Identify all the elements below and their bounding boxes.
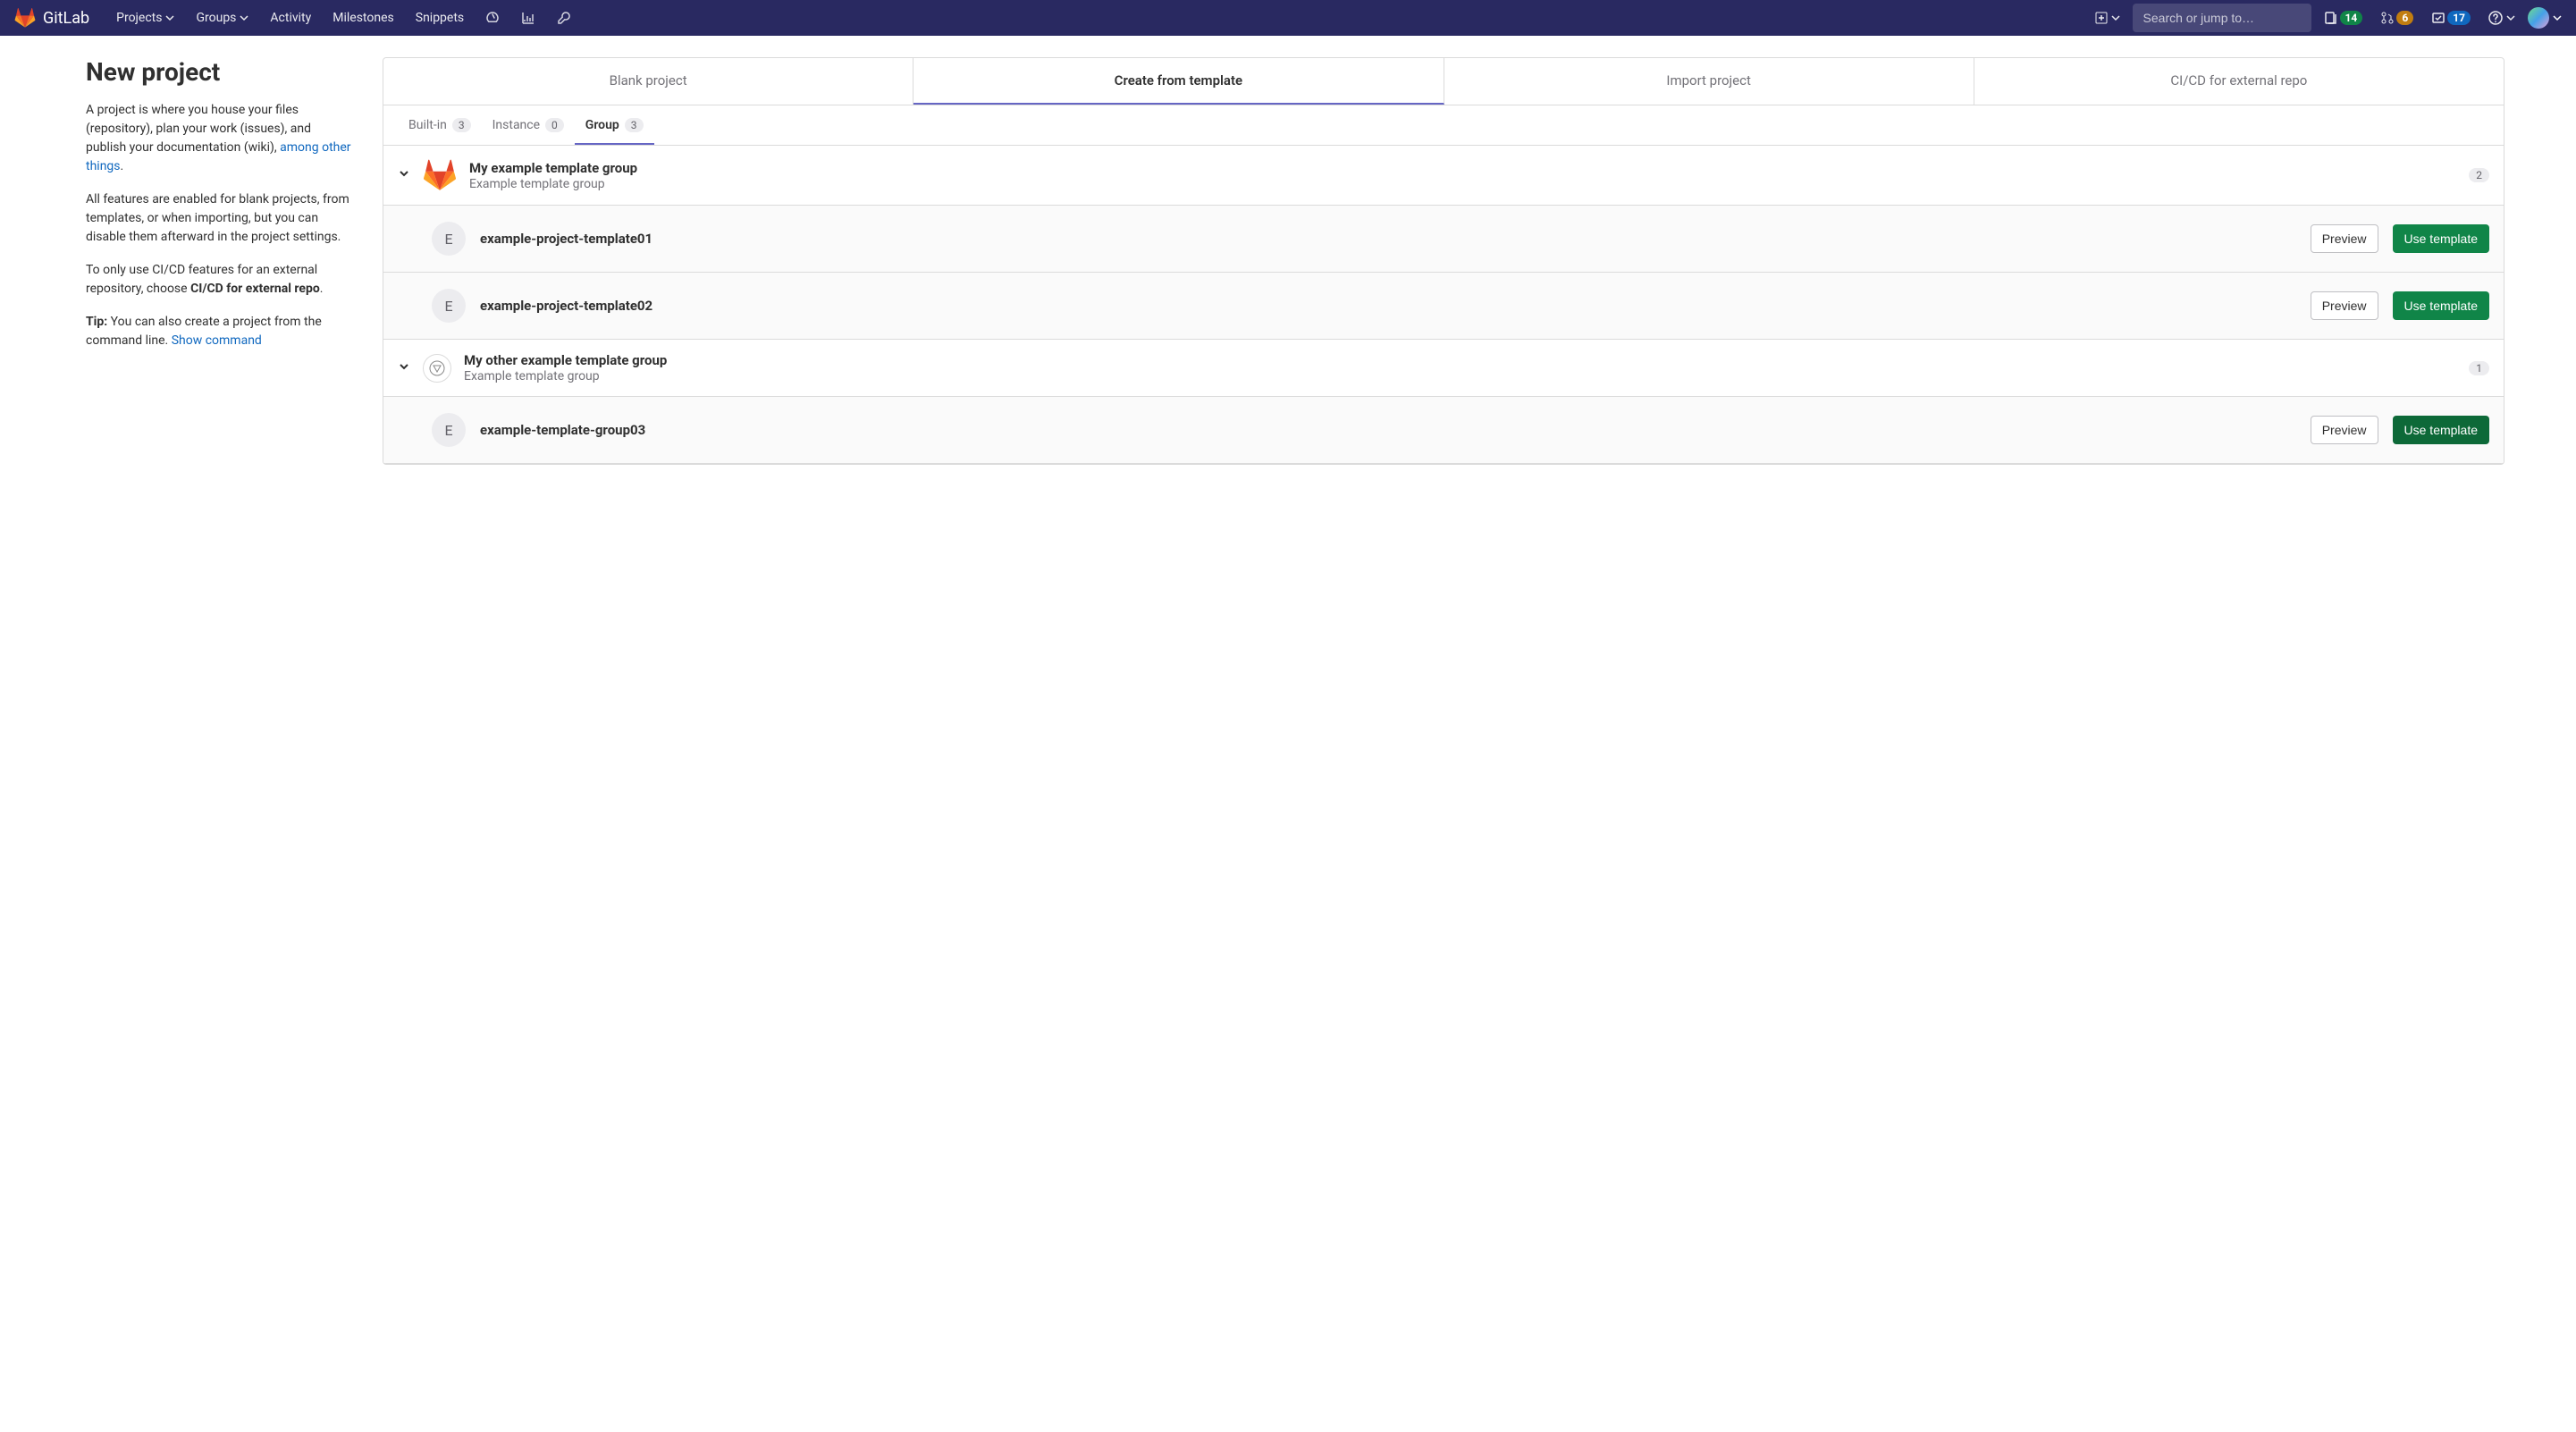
tab-create-from-template[interactable]: Create from template xyxy=(913,58,1444,105)
brand-text: GitLab xyxy=(43,9,89,28)
page-title: New project xyxy=(86,57,354,87)
group-avatar-circle xyxy=(423,354,451,383)
tab-cicd-external[interactable]: CI/CD for external repo xyxy=(1974,58,2504,105)
preview-button[interactable]: Preview xyxy=(2311,291,2378,320)
tab-blank-project[interactable]: Blank project xyxy=(383,58,913,105)
navbar-left: GitLab Projects Groups Activity Mileston… xyxy=(14,4,580,32)
chevron-down-icon[interactable] xyxy=(398,360,410,376)
subtab-builtin[interactable]: Built-in3 xyxy=(398,105,482,145)
gitlab-logo[interactable]: GitLab xyxy=(14,7,89,29)
main-tabs: Blank project Create from template Impor… xyxy=(383,58,2504,105)
sidebar-p3: To only use CI/CD features for an extern… xyxy=(86,261,354,299)
sidebar-p1: A project is where you house your files … xyxy=(86,101,354,176)
issues-badge[interactable]: 14 xyxy=(2319,7,2369,29)
chevron-down-icon[interactable] xyxy=(398,167,410,183)
todos-badge[interactable]: 17 xyxy=(2426,7,2476,29)
template-name: example-project-template02 xyxy=(480,298,2296,314)
template-row: E example-template-group03 Preview Use t… xyxy=(383,397,2504,464)
preview-button[interactable]: Preview xyxy=(2311,416,2378,444)
template-avatar: E xyxy=(432,222,466,256)
preview-button[interactable]: Preview xyxy=(2311,224,2378,253)
nav-milestones[interactable]: Milestones xyxy=(324,4,403,32)
navbar-right: 14 6 17 xyxy=(2090,4,2562,32)
tanuki-outline-icon xyxy=(428,359,446,377)
subtab-group[interactable]: Group3 xyxy=(575,105,654,145)
template-row: E example-project-template02 Preview Use… xyxy=(383,273,2504,340)
sub-tabs: Built-in3 Instance0 Group3 xyxy=(383,105,2504,146)
gitlab-icon xyxy=(423,158,457,192)
subtab-instance[interactable]: Instance0 xyxy=(482,105,575,145)
help-dropdown[interactable] xyxy=(2483,7,2521,29)
group-desc: Example template group xyxy=(464,369,2456,383)
chevron-down-icon xyxy=(2506,13,2515,22)
nav-wrench-icon[interactable] xyxy=(548,4,580,32)
use-template-button[interactable]: Use template xyxy=(2393,291,2489,320)
use-template-button[interactable]: Use template xyxy=(2393,224,2489,253)
chevron-down-icon xyxy=(2553,13,2562,22)
group-count: 2 xyxy=(2469,168,2489,182)
mrs-badge[interactable]: 6 xyxy=(2375,7,2419,29)
nav-snippets[interactable]: Snippets xyxy=(407,4,473,32)
nav-activity[interactable]: Activity xyxy=(261,4,320,32)
plus-dropdown[interactable] xyxy=(2090,8,2126,28)
help-icon xyxy=(2488,11,2503,25)
sidebar-p2: All features are enabled for blank proje… xyxy=(86,190,354,247)
group-header: My other example template group Example … xyxy=(383,340,2504,397)
group-header: My example template group Example templa… xyxy=(383,146,2504,206)
issues-count: 14 xyxy=(2340,11,2363,25)
templates-list: My example template group Example templa… xyxy=(383,146,2504,464)
navbar: GitLab Projects Groups Activity Mileston… xyxy=(0,0,2576,36)
tab-import-project[interactable]: Import project xyxy=(1444,58,1974,105)
template-row: E example-project-template01 Preview Use… xyxy=(383,206,2504,273)
chevron-down-icon xyxy=(240,13,248,22)
todos-icon xyxy=(2431,11,2446,25)
use-template-button[interactable]: Use template xyxy=(2393,416,2489,444)
nav-gauge-icon[interactable] xyxy=(476,4,509,32)
group-avatar-gitlab xyxy=(423,158,457,192)
sidebar: New project A project is where you house… xyxy=(86,57,354,465)
group-name: My other example template group xyxy=(464,352,2456,368)
issues-icon xyxy=(2324,11,2338,25)
group-desc: Example template group xyxy=(469,177,2456,191)
gitlab-icon xyxy=(14,7,36,29)
show-command-link[interactable]: Show command xyxy=(172,333,262,348)
plus-icon xyxy=(2095,12,2108,24)
group-info: My example template group Example templa… xyxy=(469,160,2456,191)
user-menu[interactable] xyxy=(2528,7,2562,29)
content: New project A project is where you house… xyxy=(0,36,2576,486)
nav-groups[interactable]: Groups xyxy=(187,4,257,32)
merge-request-icon xyxy=(2380,11,2395,25)
template-name: example-project-template01 xyxy=(480,231,2296,247)
user-avatar xyxy=(2528,7,2549,29)
group-info: My other example template group Example … xyxy=(464,352,2456,383)
nav-projects[interactable]: Projects xyxy=(107,4,183,32)
group-count: 1 xyxy=(2469,361,2489,375)
main-panel: Blank project Create from template Impor… xyxy=(383,57,2504,465)
template-avatar: E xyxy=(432,289,466,323)
sidebar-p4: Tip: You can also create a project from … xyxy=(86,313,354,350)
search-input[interactable] xyxy=(2143,11,2305,25)
group-name: My example template group xyxy=(469,160,2456,176)
chevron-down-icon xyxy=(165,13,174,22)
mrs-count: 6 xyxy=(2396,11,2413,25)
chevron-down-icon xyxy=(2111,13,2120,22)
template-name: example-template-group03 xyxy=(480,422,2296,438)
search-box[interactable] xyxy=(2133,4,2311,32)
nav-chart-icon[interactable] xyxy=(512,4,544,32)
template-avatar: E xyxy=(432,413,466,447)
todos-count: 17 xyxy=(2447,11,2471,25)
